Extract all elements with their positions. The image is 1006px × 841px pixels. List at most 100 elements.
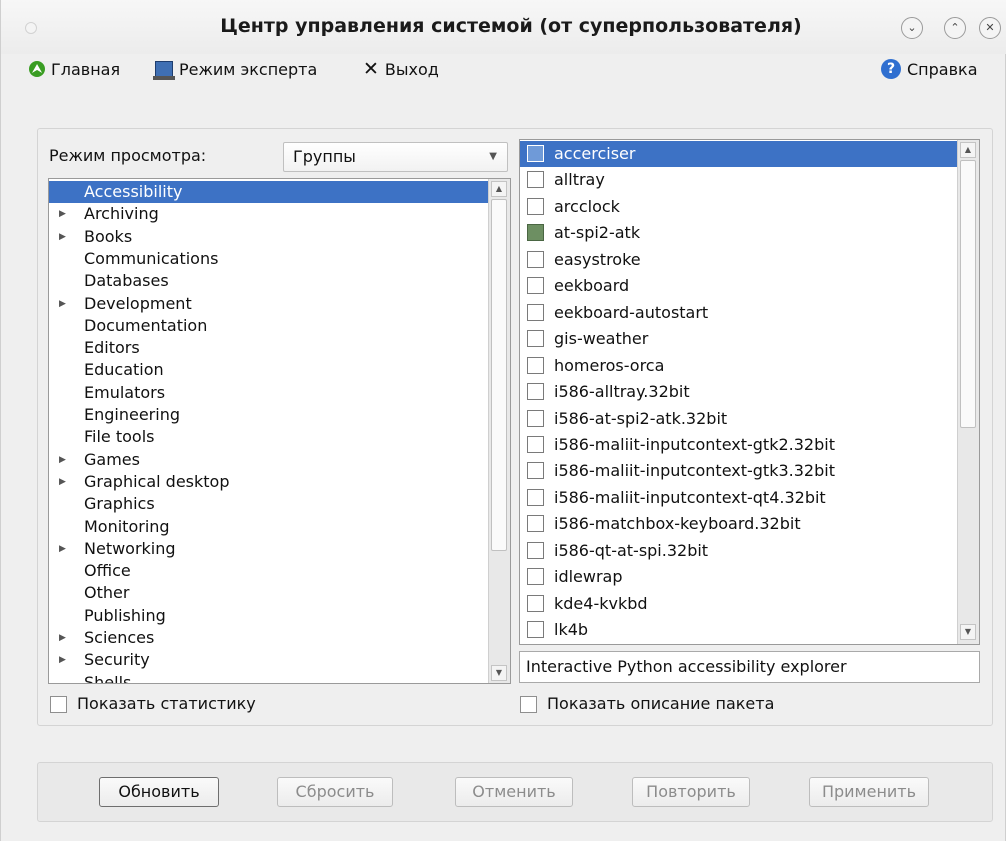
package-row[interactable]: i586-matchbox-keyboard.32bit bbox=[520, 511, 957, 537]
title-bar[interactable]: Центр управления системой (от суперпольз… bbox=[1, 0, 1006, 54]
reset-button[interactable]: Сбросить bbox=[277, 777, 393, 807]
help-menu-item[interactable]: ? Справка bbox=[881, 57, 978, 81]
scroll-thumb[interactable] bbox=[960, 160, 976, 428]
expand-arrow-icon[interactable]: ▶ bbox=[59, 649, 66, 671]
close-button[interactable]: ✕ bbox=[979, 17, 1001, 39]
group-item[interactable]: Office bbox=[49, 560, 488, 582]
expand-arrow-icon[interactable]: ▶ bbox=[59, 226, 66, 248]
cancel-button[interactable]: Отменить bbox=[455, 777, 573, 807]
groups-tree[interactable]: Shells ▶ Security ▶ Sciences Publishing Other O… bbox=[48, 178, 511, 684]
package-row[interactable]: accerciser bbox=[520, 141, 957, 167]
package-checkbox[interactable] bbox=[527, 541, 544, 559]
package-row[interactable]: eekboard-autostart bbox=[520, 300, 957, 326]
package-row[interactable]: easystroke bbox=[520, 247, 957, 273]
package-checkbox[interactable] bbox=[527, 277, 544, 295]
package-row[interactable]: i586-maliit-inputcontext-gtk2.32bit bbox=[520, 432, 957, 458]
expand-arrow-icon[interactable]: ▶ bbox=[59, 449, 66, 471]
package-checkbox[interactable] bbox=[527, 303, 544, 321]
package-row[interactable]: alltray bbox=[520, 167, 957, 193]
group-item[interactable]: Emulators bbox=[49, 382, 488, 404]
minimize-button[interactable]: ⌄ bbox=[901, 17, 923, 39]
package-checkbox[interactable] bbox=[527, 224, 544, 242]
scroll-up-icon[interactable]: ▲ bbox=[960, 142, 976, 158]
group-item[interactable]: ▶ Sciences bbox=[49, 627, 488, 649]
group-item[interactable]: Graphics bbox=[49, 493, 488, 515]
group-item[interactable]: ▶ Archiving bbox=[49, 203, 488, 225]
packages-scrollbar[interactable]: ▲ ▼ bbox=[957, 140, 979, 644]
package-row[interactable]: i586-alltray.32bit bbox=[520, 379, 957, 405]
package-checkbox[interactable] bbox=[527, 197, 544, 215]
group-label: Archiving bbox=[84, 204, 159, 224]
package-checkbox[interactable] bbox=[527, 488, 544, 506]
group-item[interactable]: ▶ Networking bbox=[49, 538, 488, 560]
group-item[interactable]: File tools bbox=[49, 426, 488, 448]
groups-scrollbar[interactable]: ▲ ▼ bbox=[488, 179, 510, 683]
group-item[interactable]: Documentation bbox=[49, 315, 488, 337]
package-row[interactable]: i586-qt-at-spi.32bit bbox=[520, 538, 957, 564]
package-row[interactable]: kde4-kvkbd bbox=[520, 591, 957, 617]
package-checkbox[interactable] bbox=[527, 330, 544, 348]
package-row[interactable]: homeros-orca bbox=[520, 353, 957, 379]
show-description-checkbox[interactable] bbox=[520, 696, 537, 713]
package-checkbox[interactable] bbox=[527, 145, 544, 162]
group-label: Documentation bbox=[84, 315, 208, 335]
package-row[interactable]: i586-maliit-inputcontext-gtk3.32bit bbox=[520, 458, 957, 484]
group-item[interactable]: Education bbox=[49, 359, 488, 381]
refresh-button[interactable]: Обновить bbox=[99, 777, 219, 807]
exit-menu-item[interactable]: ✕ Выход bbox=[363, 57, 439, 81]
package-checkbox[interactable] bbox=[527, 515, 544, 533]
scroll-up-icon[interactable]: ▲ bbox=[491, 181, 507, 197]
apply-button[interactable]: Применить bbox=[809, 777, 929, 807]
group-item[interactable]: ▶ Development bbox=[49, 293, 488, 315]
maximize-button[interactable]: ⌃ bbox=[944, 17, 966, 39]
package-checkbox[interactable] bbox=[527, 383, 544, 401]
expand-arrow-icon[interactable]: ▶ bbox=[59, 471, 66, 493]
group-item[interactable]: Monitoring bbox=[49, 516, 488, 538]
home-menu-item[interactable]: ⮝ Главная bbox=[29, 57, 120, 81]
group-item[interactable]: Publishing bbox=[49, 605, 488, 627]
group-item[interactable]: Other bbox=[49, 582, 488, 604]
scroll-down-icon[interactable]: ▼ bbox=[960, 624, 976, 640]
package-row[interactable]: eekboard bbox=[520, 273, 957, 299]
package-checkbox[interactable] bbox=[527, 435, 544, 453]
group-item[interactable]: Engineering bbox=[49, 404, 488, 426]
expand-arrow-icon[interactable]: ▶ bbox=[59, 203, 66, 225]
group-label: Books bbox=[84, 226, 133, 246]
show-stats-checkbox[interactable] bbox=[50, 696, 67, 713]
package-row[interactable]: i586-maliit-inputcontext-qt4.32bit bbox=[520, 485, 957, 511]
redo-button[interactable]: Повторить bbox=[632, 777, 750, 807]
group-label: Sciences bbox=[84, 628, 155, 647]
package-checkbox[interactable] bbox=[527, 356, 544, 374]
package-row[interactable]: i586-at-spi2-atk.32bit bbox=[520, 406, 957, 432]
group-item[interactable]: ▶ Security bbox=[49, 649, 488, 671]
expand-arrow-icon[interactable]: ▶ bbox=[59, 293, 66, 315]
packages-list[interactable]: lk4b kde4-kvkbd idlewrap i586-qt-at-spi.32b… bbox=[519, 139, 980, 645]
expand-arrow-icon[interactable]: ▶ bbox=[59, 627, 66, 649]
group-item[interactable]: ▶ Graphical desktop bbox=[49, 471, 488, 493]
package-row[interactable]: lk4b bbox=[520, 617, 957, 643]
expand-arrow-icon[interactable]: ▶ bbox=[59, 538, 66, 560]
package-row[interactable]: idlewrap bbox=[520, 564, 957, 590]
package-checkbox[interactable] bbox=[527, 250, 544, 268]
group-item[interactable]: ▶ Books bbox=[49, 226, 488, 248]
package-row[interactable]: arcclock bbox=[520, 194, 957, 220]
group-item[interactable]: Communications bbox=[49, 248, 488, 270]
group-item[interactable]: ▶ Games bbox=[49, 449, 488, 471]
scroll-down-icon[interactable]: ▼ bbox=[491, 665, 507, 681]
package-checkbox[interactable] bbox=[527, 621, 544, 639]
package-checkbox[interactable] bbox=[527, 568, 544, 586]
window-menu-icon[interactable] bbox=[25, 22, 37, 34]
package-row[interactable]: at-spi2-atk bbox=[520, 220, 957, 246]
group-item[interactable]: Editors bbox=[49, 337, 488, 359]
view-mode-select[interactable]: Группы ▼ bbox=[283, 142, 508, 172]
scroll-thumb[interactable] bbox=[491, 199, 507, 551]
package-checkbox[interactable] bbox=[527, 594, 544, 612]
group-item[interactable]: Databases bbox=[49, 270, 488, 292]
package-checkbox[interactable] bbox=[527, 409, 544, 427]
expert-mode-menu-item[interactable]: Режим эксперта bbox=[153, 57, 317, 81]
package-row[interactable]: gis-weather bbox=[520, 326, 957, 352]
group-item[interactable]: Accessibility bbox=[49, 181, 488, 203]
package-checkbox[interactable] bbox=[527, 171, 544, 189]
group-item[interactable]: Shells bbox=[49, 672, 488, 683]
package-checkbox[interactable] bbox=[527, 462, 544, 480]
